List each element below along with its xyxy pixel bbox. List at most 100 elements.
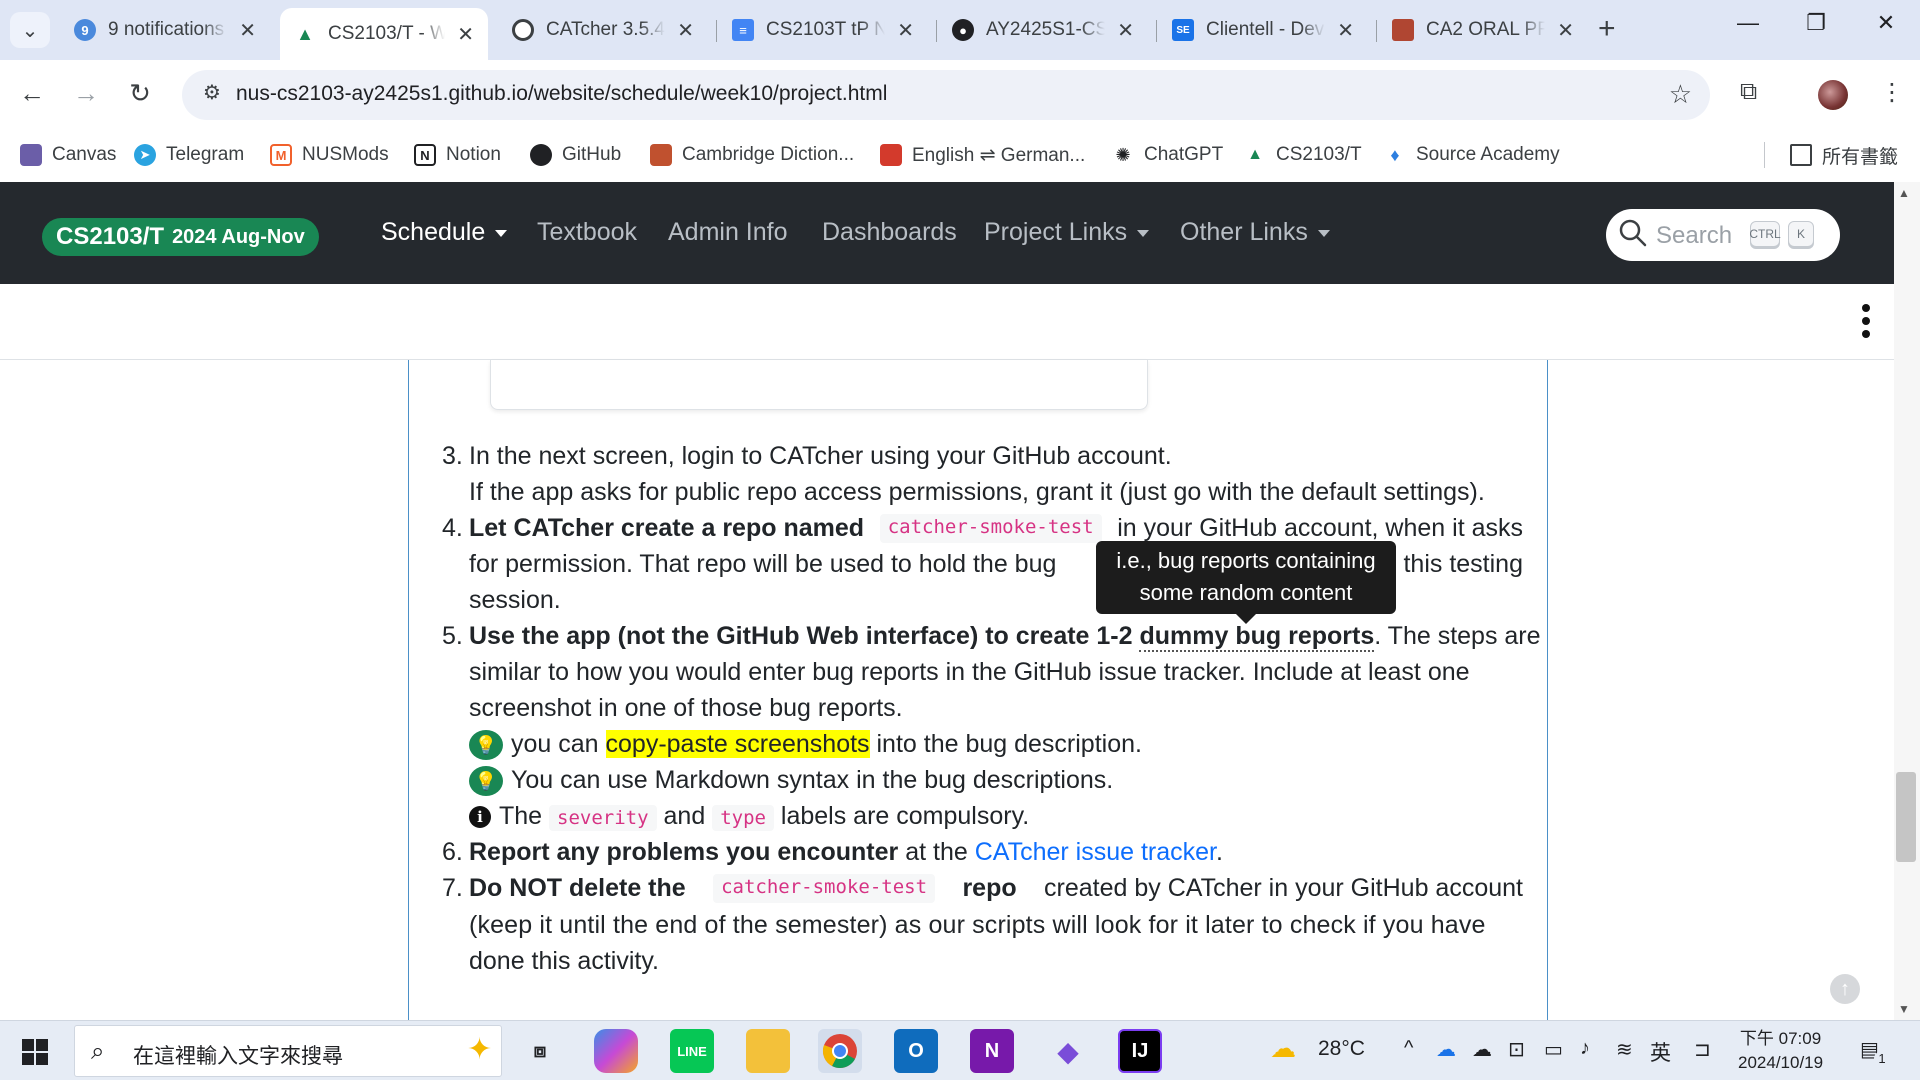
bookmark-english-german[interactable]: English ⇌ German... xyxy=(880,140,1085,170)
site-info-icon[interactable]: ⚙ xyxy=(196,80,228,110)
system-clock[interactable]: 下午 07:09 2024/10/19 xyxy=(1738,1027,1823,1075)
copilot-icon[interactable] xyxy=(594,1029,638,1073)
site-brand[interactable]: CS2103/T 2024 Aug-Nov xyxy=(42,218,319,256)
reload-icon[interactable]: ↻ xyxy=(122,78,158,109)
speaker-icon[interactable]: ♪ xyxy=(1580,1037,1590,1060)
close-icon[interactable]: ✕ xyxy=(1557,18,1574,43)
bookmark-github[interactable]: GitHub xyxy=(530,140,621,170)
cambridge-crest-icon xyxy=(650,144,672,166)
kbd-k: K xyxy=(1788,221,1814,247)
close-icon[interactable]: ✕ xyxy=(457,22,474,47)
address-bar[interactable]: ⚙ nus-cs2103-ay2425s1.github.io/website/… xyxy=(182,70,1710,120)
step4-line1: Let CATcher create a repo named catcher-… xyxy=(469,514,1523,543)
forward-arrow-icon[interactable]: → xyxy=(68,78,104,109)
close-icon[interactable]: ✕ xyxy=(1337,18,1354,43)
nav-other-links[interactable]: Other Links xyxy=(1180,218,1330,247)
site-search-button[interactable]: Search CTRL K xyxy=(1606,209,1840,261)
ime-mode-icon[interactable]: ⊐ xyxy=(1694,1037,1711,1062)
nav-dashboards[interactable]: Dashboards xyxy=(822,218,957,247)
bookmark-source-academy[interactable]: ♦ Source Academy xyxy=(1384,140,1560,170)
menu-kebab-icon[interactable]: ⋮ xyxy=(1880,78,1904,107)
tab-title: CS2103T tP Notes xyxy=(766,19,886,40)
bookmark-chatgpt[interactable]: ✺ ChatGPT xyxy=(1112,140,1223,170)
bookmark-notion[interactable]: N Notion xyxy=(414,140,501,170)
avatar[interactable] xyxy=(1818,80,1848,110)
cloud-icon[interactable]: ☁ xyxy=(1472,1037,1492,1062)
close-icon[interactable]: ✕ xyxy=(897,18,914,43)
onenote-icon[interactable]: N xyxy=(970,1029,1014,1073)
nav-textbook[interactable]: Textbook xyxy=(537,218,637,247)
inline-code: catcher-smoke-test xyxy=(713,874,936,903)
browser-tab[interactable]: CATcher 3.5.4 ✕ xyxy=(498,10,708,50)
back-arrow-icon[interactable]: ← xyxy=(14,78,50,109)
page-menu-kebab-icon[interactable] xyxy=(1860,304,1872,344)
search-placeholder: 在這裡輸入文字來搜尋 xyxy=(133,1045,343,1068)
new-tab-icon[interactable]: + xyxy=(1598,12,1616,46)
scrollbar-thumb[interactable] xyxy=(1896,772,1916,862)
chrome-icon[interactable] xyxy=(818,1029,862,1073)
browser-tab-active[interactable]: ▲ CS2103/T - Week 10 ✕ xyxy=(280,8,488,60)
scroll-up-arrow-icon[interactable]: ▲ xyxy=(1898,186,1910,200)
outlook-icon[interactable]: O xyxy=(894,1029,938,1073)
browser-tab[interactable]: ≡ CS2103T tP Notes ✕ xyxy=(718,10,928,50)
browser-tab[interactable]: CA2 ORAL PR ✕ xyxy=(1378,10,1588,50)
close-icon[interactable]: ✕ xyxy=(239,18,256,43)
bookmark-cs2103t[interactable]: ▲ CS2103/T xyxy=(1244,140,1362,170)
bookmark-telegram[interactable]: ➤ Telegram xyxy=(134,140,244,170)
intellij-icon[interactable]: IJ xyxy=(1118,1029,1162,1073)
dictionary-icon xyxy=(880,144,902,166)
search-icon: ⌕ xyxy=(91,1038,105,1065)
step5-line3: screenshot in one of those bug reports. xyxy=(469,694,903,723)
chevron-down-icon: ⌄ xyxy=(21,19,39,42)
weather-icon[interactable]: ☁ xyxy=(1270,1033,1296,1064)
se-edu-icon: SE xyxy=(1172,19,1194,41)
nav-admin-info[interactable]: Admin Info xyxy=(668,218,788,247)
minimize-icon[interactable]: — xyxy=(1728,10,1768,36)
site-navbar: CS2103/T 2024 Aug-Nov Schedule Textbook … xyxy=(0,182,1920,284)
windows-start-icon[interactable] xyxy=(22,1039,48,1065)
inline-code: severity xyxy=(549,805,657,831)
caret-down-icon xyxy=(495,229,508,237)
extensions-icon[interactable]: ⧉ xyxy=(1740,78,1757,106)
battery-icon[interactable]: ▭ xyxy=(1544,1037,1563,1062)
network-device-icon[interactable]: ⊡ xyxy=(1508,1037,1525,1062)
catcher-issue-tracker-link[interactable]: CATcher issue tracker xyxy=(975,838,1216,866)
browser-tab[interactable]: SE Clientell - Dev ✕ xyxy=(1158,10,1368,50)
nav-project-links[interactable]: Project Links xyxy=(984,218,1150,247)
wifi-icon[interactable]: ≋ xyxy=(1616,1037,1633,1062)
brand-title: CS2103/T xyxy=(56,223,165,250)
window-close-icon[interactable]: ✕ xyxy=(1866,10,1906,36)
restore-icon[interactable]: ❐ xyxy=(1796,10,1836,36)
task-view-icon[interactable]: ⧈ xyxy=(518,1029,562,1073)
github-icon: ● xyxy=(952,19,974,41)
bookmark-separator xyxy=(1764,142,1765,168)
tab-title: CS2103/T - Week 10 xyxy=(328,23,446,44)
chevron-up-icon[interactable]: ^ xyxy=(1404,1037,1413,1060)
bookmark-canvas[interactable]: Canvas xyxy=(20,140,116,170)
bookmark-nusmods[interactable]: M NUSMods xyxy=(270,140,389,170)
browser-tab[interactable]: ● AY2425S1-CS2103T ✕ xyxy=(938,10,1148,50)
tooltip-line: some random content xyxy=(1139,580,1353,605)
url-text[interactable]: nus-cs2103-ay2425s1.github.io/website/sc… xyxy=(236,82,887,106)
input-method-indicator[interactable]: 英 xyxy=(1650,1037,1671,1067)
obsidian-icon[interactable]: ◆ xyxy=(1046,1029,1090,1073)
bookmark-cambridge[interactable]: Cambridge Diction... xyxy=(650,140,854,170)
onedrive-icon[interactable]: ☁ xyxy=(1436,1037,1456,1062)
bookmark-label: Telegram xyxy=(166,144,245,165)
dummy-bug-reports-term[interactable]: dummy bug reports xyxy=(1139,622,1375,652)
tab-search-button[interactable]: ⌄ xyxy=(10,12,50,48)
back-to-top-icon[interactable]: ↑ xyxy=(1830,974,1860,1004)
all-bookmarks-folder[interactable]: 所有書籤 xyxy=(1790,140,1898,170)
page-scrollbar[interactable] xyxy=(1894,182,1920,1020)
line-app-icon[interactable]: LINE xyxy=(670,1029,714,1073)
close-icon[interactable]: ✕ xyxy=(1117,18,1134,43)
close-icon[interactable]: ✕ xyxy=(677,18,694,43)
scroll-down-arrow-icon[interactable]: ▼ xyxy=(1898,1002,1910,1016)
file-explorer-icon[interactable] xyxy=(746,1029,790,1073)
nav-schedule[interactable]: Schedule xyxy=(381,218,508,247)
weather-temp[interactable]: 28°C xyxy=(1318,1037,1365,1061)
browser-tab[interactable]: 9 9 notifications ✕ xyxy=(60,10,270,50)
tab-title: CA2 ORAL PR xyxy=(1426,19,1546,40)
taskbar-search-box[interactable]: ⌕ 在這裡輸入文字來搜尋 ✦ xyxy=(74,1025,502,1077)
bookmark-star-icon[interactable]: ☆ xyxy=(1669,79,1692,110)
